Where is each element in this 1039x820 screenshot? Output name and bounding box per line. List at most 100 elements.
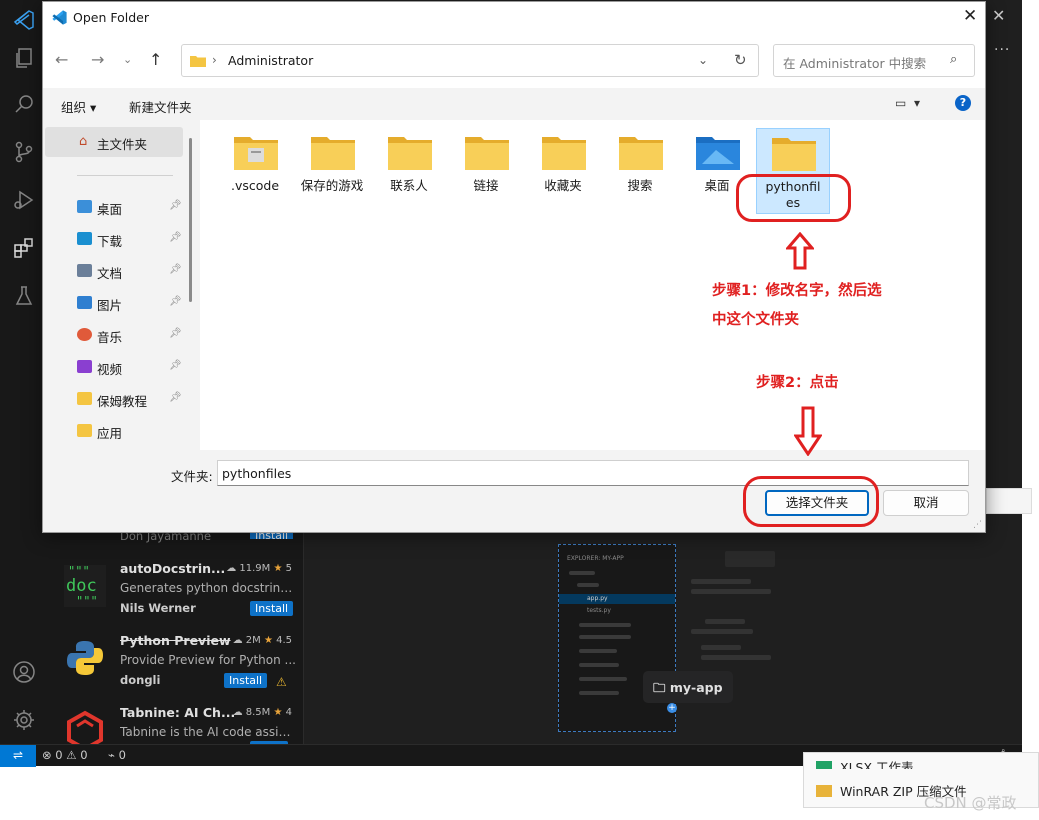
pin-icon[interactable]: 📌︎: [169, 360, 182, 371]
folder-icon: [234, 137, 278, 170]
music-icon: [77, 328, 92, 341]
python-logo: [64, 637, 106, 679]
view-options-icon[interactable]: ▭ ▾: [895, 96, 920, 110]
nav-item[interactable]: 保姆教程 📌︎: [77, 389, 185, 411]
pin-icon[interactable]: 📌︎: [169, 296, 182, 307]
nav-item-label: 文档: [97, 266, 123, 281]
window-close-icon[interactable]: ✕: [992, 6, 1005, 25]
my-app-tooltip: 🗀 my-app: [643, 671, 733, 703]
extension-item-tabnine[interactable]: Tabnine: AI Ch... ☁ 8.5M ★ 4 Tabnine is …: [48, 701, 304, 744]
annotation-oval-select-button: [743, 476, 879, 527]
nav-item[interactable]: 桌面 📌︎: [77, 197, 185, 219]
address-text[interactable]: Administrator: [228, 53, 313, 68]
install-button[interactable]: Install: [250, 601, 294, 616]
add-badge-icon: +: [667, 703, 677, 713]
autodocstring-logo: """ doc """: [64, 565, 106, 607]
search-input[interactable]: 在 Administrator 中搜索 ⌕: [773, 44, 975, 77]
refresh-icon[interactable]: ↻: [734, 51, 747, 69]
pin-icon[interactable]: 📌︎: [169, 264, 182, 275]
nav-item-label: 应用: [97, 426, 123, 441]
address-bar[interactable]: › Administrator ⌄ ↻: [181, 44, 759, 77]
extensions-icon[interactable]: [12, 236, 36, 260]
nav-item[interactable]: 音乐 📌︎: [77, 325, 185, 347]
folder-item-label: 链接: [473, 178, 499, 193]
desktop-icon: [77, 200, 92, 213]
cancel-button[interactable]: 取消: [883, 490, 969, 516]
folder-item-label: 搜索: [627, 178, 653, 193]
resize-grip-icon[interactable]: ⋰: [973, 520, 982, 530]
remote-indicator-icon[interactable]: ⇌: [0, 745, 36, 767]
breadcrumb-separator-icon: ›: [212, 53, 217, 67]
folder-item[interactable]: 搜索: [604, 128, 678, 214]
folder-icon: [772, 138, 816, 171]
search-icon[interactable]: ⌕: [950, 52, 957, 67]
extension-name: Python Preview: [120, 633, 231, 648]
folder-item[interactable]: .vscode: [219, 128, 293, 214]
problems-indicator[interactable]: ⊗ 0 ⚠ 0: [42, 748, 88, 762]
up-arrow-icon[interactable]: ↑: [149, 50, 162, 69]
account-icon[interactable]: [12, 660, 36, 684]
recent-locations-chevron-icon[interactable]: ⌄: [123, 53, 132, 66]
tabnine-logo: [64, 709, 106, 744]
warning-icon[interactable]: ⚠: [276, 675, 287, 689]
documents-icon: [77, 264, 92, 277]
search-placeholder: 在 Administrator 中搜索: [783, 56, 927, 71]
title-bar-right: [986, 0, 1022, 744]
back-arrow-icon[interactable]: ←: [55, 50, 68, 69]
pin-icon[interactable]: 📌︎: [169, 200, 182, 211]
nav-item-label: 视频: [97, 362, 123, 377]
search-icon[interactable]: [12, 92, 36, 116]
new-folder-button[interactable]: 新建文件夹: [129, 97, 192, 116]
extension-author: Nils Werner: [120, 601, 196, 615]
folder-item[interactable]: 收藏夹: [527, 128, 601, 214]
nav-scrollbar[interactable]: [189, 138, 192, 302]
ports-indicator[interactable]: ⌁ 0: [108, 748, 126, 762]
forward-arrow-icon[interactable]: →: [91, 50, 104, 69]
vscode-logo-icon: [51, 9, 68, 26]
explorer-icon[interactable]: [12, 46, 36, 70]
vscode-logo-icon: [12, 8, 36, 32]
extension-description: Tabnine is the AI code assist...: [120, 725, 296, 739]
help-icon[interactable]: ?: [955, 95, 971, 111]
extension-item-autodocstring[interactable]: """ doc """ autoDocstrin... ☁ 11.9M ★ 5 …: [48, 557, 304, 629]
dialog-close-icon[interactable]: ✕: [963, 6, 977, 26]
extension-stats: ☁ 2M ★ 4.5: [232, 635, 292, 646]
run-debug-icon[interactable]: [12, 188, 36, 212]
install-button[interactable]: Install: [224, 673, 268, 688]
nav-item[interactable]: 应用: [77, 421, 185, 443]
pin-icon[interactable]: 📌︎: [169, 392, 182, 403]
extension-stats: ☁ 8.5M ★ 4: [232, 707, 292, 718]
folder-icon: 🗀: [653, 680, 666, 695]
more-actions-icon[interactable]: ···: [994, 42, 1010, 58]
nav-item[interactable]: 图片 📌︎: [77, 293, 185, 315]
pin-icon[interactable]: 📌︎: [169, 328, 182, 339]
nav-item-home[interactable]: ⌂ 主文件夹: [45, 127, 183, 157]
organize-button[interactable]: 组织 ▾: [61, 97, 96, 116]
nav-item[interactable]: 文档 📌︎: [77, 261, 185, 283]
welcome-walkthrough: EXPLORER: MY-APP app.py tests.py 🗀 my-ap…: [305, 533, 986, 744]
desktop-folder-icon: [696, 137, 740, 170]
folder-item[interactable]: 联系人: [373, 128, 447, 214]
folder-field-label: 文件夹:: [171, 469, 213, 484]
folder-icon: [619, 137, 663, 170]
testing-icon[interactable]: [12, 284, 36, 308]
watermark: CSDN @常政: [924, 794, 1017, 812]
folder-item[interactable]: 保存的游戏: [296, 128, 370, 214]
folder-item[interactable]: 链接: [450, 128, 524, 214]
nav-item-label: 保姆教程: [97, 394, 148, 409]
extension-description: Generates python docstring...: [120, 581, 296, 595]
background-window-edge: [986, 488, 1032, 514]
folder-icon: [465, 137, 509, 170]
ctx-item-xlsx[interactable]: XLSX 工作表: [816, 757, 914, 769]
settings-gear-icon[interactable]: [12, 708, 36, 732]
excel-icon: [816, 761, 832, 769]
address-dropdown-icon[interactable]: ⌄: [698, 53, 708, 67]
source-control-icon[interactable]: [12, 140, 36, 164]
nav-item[interactable]: 下载 📌︎: [77, 229, 185, 251]
extensions-list: Don Jayamanne Install """ doc """ autoDo…: [48, 529, 304, 744]
extension-item-python-preview[interactable]: Python Preview ☁ 2M ★ 4.5 Provide Previe…: [48, 629, 304, 701]
pin-icon[interactable]: 📌︎: [169, 232, 182, 243]
nav-item-label: 音乐: [97, 330, 123, 345]
nav-item[interactable]: 视频 📌︎: [77, 357, 185, 379]
extension-name: Tabnine: AI Ch...: [120, 705, 236, 720]
